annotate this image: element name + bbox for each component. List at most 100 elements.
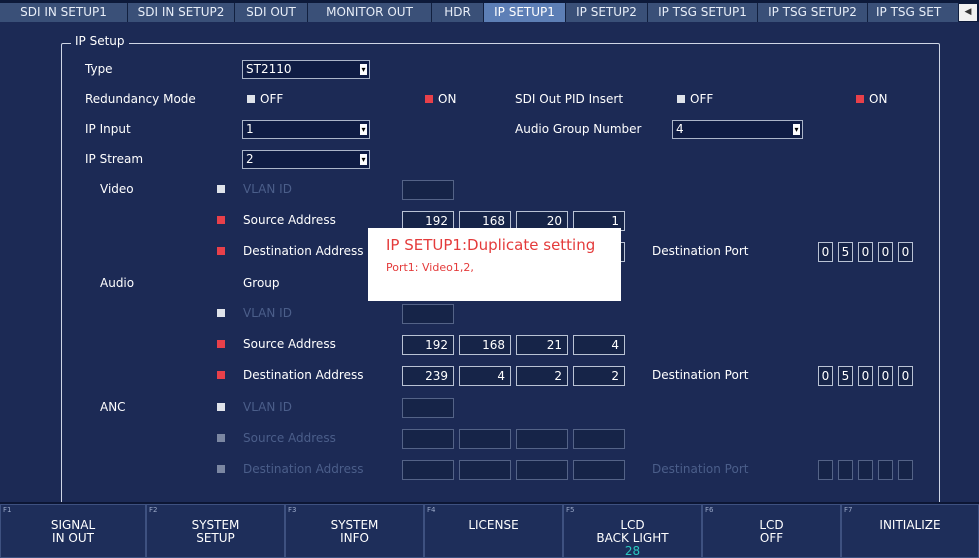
- audio-port-digit[interactable]: 0: [898, 366, 913, 386]
- tab-sdi-in-setup2[interactable]: SDI IN SETUP2: [128, 3, 235, 22]
- sdi-pid-on-radio[interactable]: [856, 95, 864, 103]
- anc-dest-octet[interactable]: [459, 460, 511, 480]
- anc-port-digit[interactable]: [878, 460, 893, 480]
- video-port-digit[interactable]: 0: [878, 242, 893, 262]
- dropdown-arrow-icon: ▾: [360, 154, 367, 165]
- video-dest-port-label: Destination Port: [652, 244, 749, 258]
- anc-port-digit[interactable]: [818, 460, 833, 480]
- type-label: Type: [85, 62, 113, 76]
- audio-group-number-label: Audio Group Number: [515, 122, 642, 136]
- video-vlan-checkbox[interactable]: [217, 185, 225, 193]
- f1-signal-in-out-button[interactable]: F1 SIGNAL IN OUT: [0, 504, 146, 558]
- redundancy-on-radio[interactable]: [425, 95, 433, 103]
- video-dest-label: Destination Address: [243, 244, 364, 258]
- redundancy-on-label: ON: [438, 92, 457, 106]
- tab-sdi-out[interactable]: SDI OUT: [235, 3, 308, 22]
- fkey-number: F4: [427, 506, 436, 514]
- audio-dest-checkbox[interactable]: [217, 371, 225, 379]
- tab-ip-tsg-setup3[interactable]: IP TSG SET: [868, 3, 959, 22]
- video-dest-checkbox[interactable]: [217, 247, 225, 255]
- audio-source-label: Source Address: [243, 337, 336, 351]
- f4-license-button[interactable]: F4 LICENSE: [424, 504, 563, 558]
- audio-dest-octet[interactable]: 2: [573, 366, 625, 386]
- f7-initialize-button[interactable]: F7 INITIALIZE: [841, 504, 979, 558]
- video-port-digit[interactable]: 5: [838, 242, 853, 262]
- anc-port-digit[interactable]: [898, 460, 913, 480]
- audio-source-octet[interactable]: 168: [459, 335, 511, 355]
- audio-vlan-label: VLAN ID: [243, 306, 292, 320]
- fkey-label-line2: IN OUT: [52, 531, 94, 545]
- redundancy-off-radio[interactable]: [247, 95, 255, 103]
- audio-dest-label: Destination Address: [243, 368, 364, 382]
- anc-source-checkbox[interactable]: [217, 434, 225, 442]
- audio-source-octet[interactable]: 4: [573, 335, 625, 355]
- tab-ip-setup1[interactable]: IP SETUP1: [484, 3, 566, 22]
- tab-hdr[interactable]: HDR: [432, 3, 484, 22]
- anc-source-octet[interactable]: [573, 429, 625, 449]
- type-dropdown[interactable]: ST2110 ▾: [242, 60, 370, 79]
- sdi-pid-off-radio[interactable]: [677, 95, 685, 103]
- fkey-number: F3: [288, 506, 297, 514]
- audio-source-checkbox[interactable]: [217, 340, 225, 348]
- fkey-label-line1: INITIALIZE: [879, 518, 941, 532]
- anc-dest-checkbox[interactable]: [217, 465, 225, 473]
- tab-bar: SDI IN SETUP1 SDI IN SETUP2 SDI OUT MONI…: [0, 0, 979, 22]
- audio-dest-octet[interactable]: 2: [516, 366, 568, 386]
- audio-vlan-checkbox[interactable]: [217, 309, 225, 317]
- tab-monitor-out[interactable]: MONITOR OUT: [308, 3, 432, 22]
- anc-dest-octet[interactable]: [402, 460, 454, 480]
- audio-label: Audio: [100, 276, 135, 290]
- audio-port-digit[interactable]: 5: [838, 366, 853, 386]
- fkey-label-line1: SIGNAL: [50, 518, 96, 532]
- tab-ip-tsg-setup2[interactable]: IP TSG SETUP2: [758, 3, 868, 22]
- function-key-bar: F1 SIGNAL IN OUT F2 SYSTEM SETUP F3 SYST…: [0, 502, 979, 558]
- anc-source-octet[interactable]: [402, 429, 454, 449]
- duplicate-setting-popup: IP SETUP1:Duplicate setting Port1: Video…: [368, 228, 621, 301]
- anc-vlan-checkbox[interactable]: [217, 403, 225, 411]
- audio-group-number-dropdown[interactable]: 4 ▾: [672, 120, 803, 139]
- ip-stream-dropdown[interactable]: 2 ▾: [242, 150, 370, 169]
- audio-dest-octet[interactable]: 239: [402, 366, 454, 386]
- video-source-label: Source Address: [243, 213, 336, 227]
- ip-input-label: IP Input: [85, 122, 131, 136]
- tab-ip-tsg-setup1[interactable]: IP TSG SETUP1: [648, 3, 758, 22]
- redundancy-off-label: OFF: [260, 92, 284, 106]
- video-label: Video: [100, 182, 134, 196]
- popup-title: IP SETUP1:Duplicate setting: [386, 236, 596, 254]
- anc-source-octet[interactable]: [516, 429, 568, 449]
- audio-dest-octet[interactable]: 4: [459, 366, 511, 386]
- f2-system-setup-button[interactable]: F2 SYSTEM SETUP: [146, 504, 285, 558]
- anc-vlan-input[interactable]: [402, 398, 454, 418]
- audio-port-digit[interactable]: 0: [878, 366, 893, 386]
- audio-source-octet[interactable]: 21: [516, 335, 568, 355]
- f5-lcd-backlight-button[interactable]: F5 LCD BACK LIGHT 28: [563, 504, 702, 558]
- tab-ip-setup2[interactable]: IP SETUP2: [566, 3, 648, 22]
- f6-lcd-off-button[interactable]: F6 LCD OFF: [702, 504, 841, 558]
- tab-scroll-button[interactable]: ◀: [959, 4, 977, 21]
- video-port-digit[interactable]: 0: [818, 242, 833, 262]
- sdi-pid-off-label: OFF: [690, 92, 714, 106]
- fkey-label-line2: OFF: [759, 531, 784, 545]
- audio-vlan-input[interactable]: [402, 304, 454, 324]
- audio-group-label: Group: [243, 276, 280, 290]
- fkey-number: F2: [149, 506, 158, 514]
- dropdown-arrow-icon: ▾: [793, 124, 800, 135]
- video-source-checkbox[interactable]: [217, 216, 225, 224]
- tab-sdi-in-setup1[interactable]: SDI IN SETUP1: [0, 3, 128, 22]
- video-vlan-input[interactable]: [402, 180, 454, 200]
- audio-source-octet[interactable]: 192: [402, 335, 454, 355]
- anc-dest-octet[interactable]: [516, 460, 568, 480]
- audio-port-digit[interactable]: 0: [818, 366, 833, 386]
- anc-port-digit[interactable]: [858, 460, 873, 480]
- fkey-label-line1: SYSTEM: [191, 518, 240, 532]
- video-port-digit[interactable]: 0: [858, 242, 873, 262]
- audio-port-digit[interactable]: 0: [858, 366, 873, 386]
- video-port-digit[interactable]: 0: [898, 242, 913, 262]
- anc-dest-octet[interactable]: [573, 460, 625, 480]
- fkey-value: 28: [624, 544, 641, 558]
- anc-source-octet[interactable]: [459, 429, 511, 449]
- f3-system-info-button[interactable]: F3 SYSTEM INFO: [285, 504, 424, 558]
- anc-port-digit[interactable]: [838, 460, 853, 480]
- fkey-label-line2: INFO: [340, 531, 369, 545]
- ip-input-dropdown[interactable]: 1 ▾: [242, 120, 370, 139]
